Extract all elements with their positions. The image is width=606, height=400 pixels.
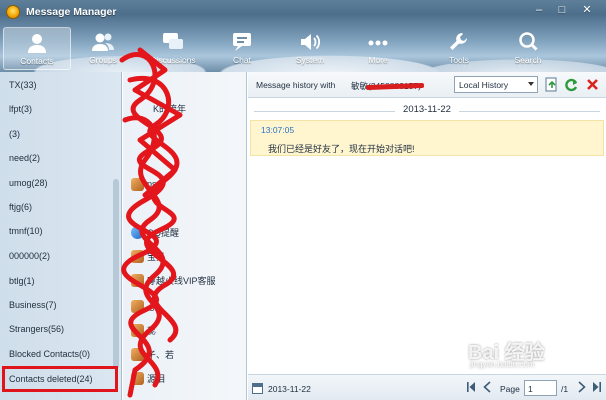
tab-label: Discussions — [150, 55, 196, 65]
contact-item[interactable]: QQ提醒 — [131, 224, 179, 240]
contact-name: QQ提醒 — [147, 227, 180, 238]
contact-name: 蕊 — [147, 325, 157, 336]
tab-label: Tools — [449, 55, 469, 65]
tab-label: More — [368, 55, 388, 65]
tab-chat[interactable]: Chat — [208, 27, 276, 70]
contact-item[interactable]: K的流年 — [153, 100, 186, 116]
group-item[interactable]: tmnf(10) — [9, 226, 43, 236]
group-item-strangers[interactable]: Strangers(56) — [9, 324, 64, 334]
history-source-value: Local History — [459, 80, 509, 90]
group-item-blocked[interactable]: Blocked Contacts(0) — [9, 349, 90, 359]
left-scrollbar[interactable] — [113, 179, 119, 369]
tab-tools[interactable]: Tools — [425, 27, 493, 70]
group-icon — [92, 33, 114, 51]
group-item[interactable]: ftjg(6) — [9, 202, 32, 212]
group-item[interactable]: need(2) — [9, 153, 40, 163]
highlight-box — [2, 366, 118, 392]
contact-item[interactable]: 源泪 — [131, 370, 165, 386]
group-item[interactable]: Business(7) — [9, 300, 57, 310]
contact-name: K的流年 — [153, 103, 187, 114]
discussion-icon — [163, 33, 183, 49]
contact-name: ps — [147, 179, 157, 189]
avatar — [131, 273, 144, 287]
message-time: 13:07:05 — [261, 125, 295, 135]
avatar — [131, 371, 144, 385]
avatar — [131, 177, 144, 191]
history-toolbar: Message history with 敏敏(3458883157) Loca… — [248, 72, 606, 98]
conversation-date: 2013-11-22 — [395, 104, 459, 115]
chevron-down-icon — [528, 82, 534, 86]
avatar — [131, 347, 144, 361]
tab-label: Groups — [89, 55, 117, 65]
chat-icon — [233, 33, 251, 51]
tab-groups[interactable]: Groups — [69, 27, 137, 70]
refresh-icon[interactable] — [564, 77, 579, 92]
history-source-select[interactable]: Local History — [454, 76, 538, 93]
tab-search[interactable]: Search — [494, 27, 562, 70]
prev-page-icon[interactable] — [483, 381, 491, 393]
message-text: 我们已经是好友了，现在开始对话吧! — [268, 144, 415, 154]
contact-name: 孑、若 — [147, 349, 175, 360]
speaker-icon — [301, 34, 321, 50]
contact-name: 心 — [147, 301, 157, 312]
message-history-panel: Message history with 敏敏(3458883157) Loca… — [248, 72, 606, 400]
tab-system[interactable]: System — [276, 27, 344, 70]
more-icon — [368, 40, 388, 46]
next-page-icon[interactable] — [578, 381, 586, 393]
baidu-watermark-url: jingyan.baidu.com — [470, 360, 535, 369]
minimize-button[interactable]: – — [530, 3, 548, 18]
wrench-icon — [450, 33, 467, 50]
avatar — [131, 299, 144, 313]
date-divider: 2013-11-22 — [248, 102, 606, 120]
group-item[interactable]: umog(28) — [9, 178, 48, 188]
tab-label: Contacts — [20, 56, 54, 66]
footer-date[interactable]: 2013-11-22 — [268, 384, 311, 394]
window-title: Message Manager — [26, 6, 117, 18]
contact-item[interactable]: 宝贝 — [131, 248, 165, 264]
export-icon[interactable] — [544, 77, 559, 92]
contact-name: 宝贝 — [147, 251, 166, 262]
page-number-input[interactable] — [524, 380, 557, 396]
contact-item[interactable]: 心 — [131, 298, 156, 314]
tab-contacts[interactable]: Contacts — [3, 27, 71, 70]
contact-item[interactable]: ps — [131, 176, 157, 192]
contact-item[interactable]: 穿越火线VIP客服 — [131, 272, 216, 288]
contact-groups-panel: TX(33) lfpt(3) (3) need(2) umog(28) ftjg… — [0, 72, 122, 400]
main-nav: Contacts Groups Discussions Chat System … — [0, 27, 606, 72]
page-label: Page — [500, 384, 520, 394]
group-item[interactable]: 000000(2) — [9, 251, 50, 261]
title-bar[interactable]: Message Manager – □ ✕ — [0, 0, 606, 24]
tab-label: System — [295, 55, 325, 65]
search-icon — [519, 32, 538, 51]
close-button[interactable]: ✕ — [578, 3, 596, 18]
person-icon — [28, 34, 46, 53]
tab-more[interactable]: More — [344, 27, 412, 70]
avatar — [131, 225, 144, 239]
contact-list-panel: K的流年 ps QQ提醒 宝贝 穿越火线VIP客服 心 蕊 孑、若 源泪 — [123, 72, 247, 400]
pagination-bar: 2013-11-22 Page /1 — [248, 374, 606, 400]
group-item[interactable]: lfpt(3) — [9, 104, 32, 114]
page-total: /1 — [561, 384, 569, 394]
group-item[interactable]: (3) — [9, 129, 20, 139]
calendar-icon[interactable] — [252, 383, 263, 394]
avatar — [131, 323, 144, 337]
contact-item[interactable]: 孑、若 — [131, 346, 174, 362]
tab-label: Chat — [233, 55, 251, 65]
group-item[interactable]: TX(33) — [9, 80, 37, 90]
avatar — [131, 249, 144, 263]
contact-item[interactable]: 蕊 — [131, 322, 156, 338]
qq-penguin-icon — [6, 5, 20, 19]
contact-name: 穿越火线VIP客服 — [147, 275, 216, 286]
maximize-button[interactable]: □ — [553, 3, 571, 18]
group-item[interactable]: btlg(1) — [9, 276, 35, 286]
last-page-icon[interactable] — [592, 381, 602, 393]
tab-label: Search — [514, 55, 542, 65]
first-page-icon[interactable] — [466, 381, 476, 393]
contact-name: 源泪 — [147, 373, 166, 384]
delete-icon[interactable] — [585, 77, 600, 92]
tab-discussions[interactable]: Discussions — [139, 27, 207, 70]
history-label: Message history with — [256, 80, 336, 90]
message-item[interactable]: 13:07:05 我们已经是好友了，现在开始对话吧! — [250, 120, 604, 156]
header-banner: Message Manager – □ ✕ Contacts Groups Di… — [0, 0, 606, 72]
